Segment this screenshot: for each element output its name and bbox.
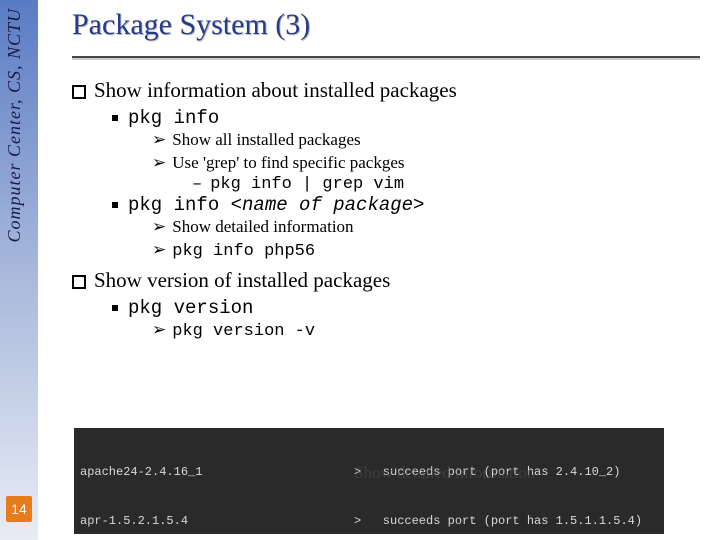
command-item: pkg version	[112, 297, 700, 319]
note-text: Show detailed information	[172, 216, 353, 239]
section-heading: Show version of installed packages	[72, 268, 700, 293]
arrow-bullet-icon: ➢	[152, 319, 166, 342]
note-mono: pkg info php56	[172, 241, 315, 264]
sub-command-item: – pkg info | grep vim	[192, 175, 700, 194]
command-item: pkg info <name of package>	[112, 194, 700, 216]
terminal-left-column: apache24-2.4.16_1 apr-1.5.2.1.5.4 aspell…	[80, 432, 340, 534]
title-divider	[72, 56, 700, 58]
dot-bullet-icon	[112, 202, 118, 208]
note-mono: pkg version -v	[172, 321, 315, 344]
arrow-bullet-icon: ➢	[152, 216, 166, 239]
slide-title: Package System (3)	[72, 8, 700, 42]
square-bullet-icon	[72, 85, 86, 99]
page-number-badge: 14	[6, 496, 32, 522]
command-text: pkg info <name of package>	[128, 194, 424, 216]
sidebar: Computer Center, CS, NCTU 14	[0, 0, 38, 540]
terminal-line: > succeeds port (port has 2.4.10_2)	[354, 464, 654, 480]
terminal-right-column: > succeeds port (port has 2.4.10_2) > su…	[354, 432, 654, 534]
note-item: ➢ Use 'grep' to find specific packges	[152, 152, 700, 175]
command-text: pkg info	[128, 107, 219, 129]
arrow-bullet-icon: ➢	[152, 152, 166, 175]
dash-bullet-icon: –	[192, 175, 202, 194]
command-item: pkg info	[112, 107, 700, 129]
note-text: Show all installed packages	[172, 129, 360, 152]
square-bullet-icon	[72, 275, 86, 289]
command-text: pkg version	[128, 297, 253, 319]
section-heading-text: Show version of installed packages	[94, 268, 390, 293]
sidebar-org-text: Computer Center, CS, NCTU	[4, 8, 25, 243]
dot-bullet-icon	[112, 115, 118, 121]
note-item: ➢ pkg version -v	[152, 319, 700, 344]
terminal-line: apr-1.5.2.1.5.4	[80, 513, 340, 529]
arrow-bullet-icon: ➢	[152, 239, 166, 262]
section-heading: Show information about installed package…	[72, 78, 700, 103]
sub-command-text: pkg info | grep vim	[210, 175, 404, 194]
arrow-bullet-icon: ➢	[152, 129, 166, 152]
note-item: ➢ Show all installed packages	[152, 129, 700, 152]
terminal-screenshot: apache24-2.4.16_1 apr-1.5.2.1.5.4 aspell…	[74, 428, 664, 534]
section-heading-text: Show information about installed package…	[94, 78, 457, 103]
note-item: ➢ Show detailed information	[152, 216, 700, 239]
dot-bullet-icon	[112, 305, 118, 311]
terminal-line: apache24-2.4.16_1	[80, 464, 340, 480]
note-item: ➢ pkg info php56	[152, 239, 700, 264]
note-text: Use 'grep' to find specific packges	[172, 152, 404, 175]
terminal-line: > succeeds port (port has 1.5.1.1.5.4)	[354, 513, 654, 529]
